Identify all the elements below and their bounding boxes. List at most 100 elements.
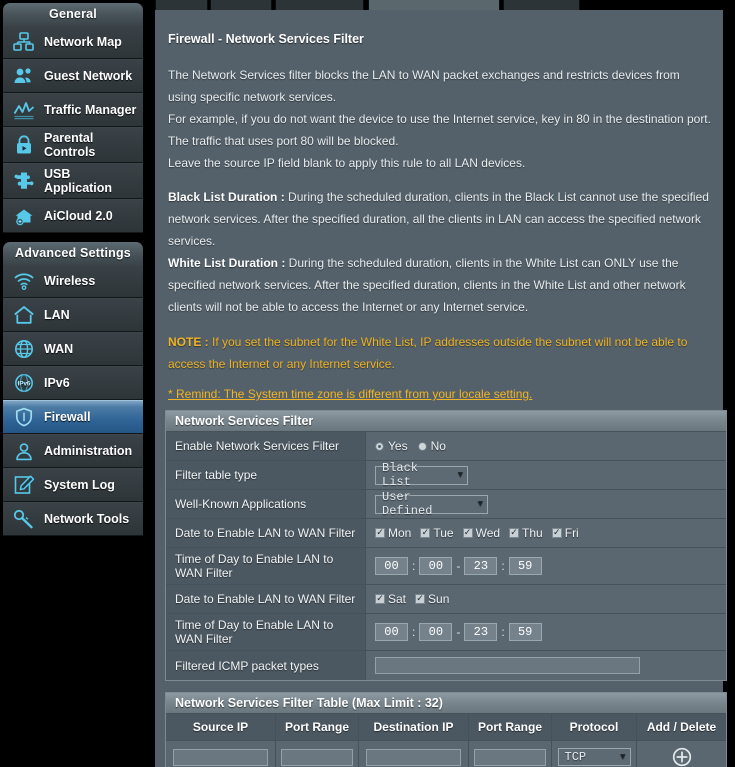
- checkbox-wed[interactable]: ✓ Wed: [462, 526, 500, 540]
- sidebar-item-aicloud[interactable]: AiCloud 2.0: [3, 199, 143, 233]
- desc-paragraph-2: For example, if you do not want the devi…: [168, 112, 711, 148]
- top-tab-strip: [155, 0, 735, 10]
- well-known-applications-label: Well-Known Applications: [166, 490, 366, 518]
- protocol-value: TCP: [564, 750, 587, 764]
- checkbox-fri-box[interactable]: ✓: [551, 528, 562, 538]
- time-weekend-end-minute[interactable]: 59: [508, 623, 542, 641]
- sidebar-item-parental-controls[interactable]: Parental Controls: [3, 127, 143, 163]
- sidebar-item-system-log[interactable]: System Log: [3, 468, 143, 502]
- time-weekend-colon-2: :: [501, 625, 505, 639]
- row-date-weekday: Date to Enable LAN to WAN Filter ✓ Mon ✓ T…: [166, 519, 726, 548]
- checkbox-fri-label: Fri: [564, 526, 579, 540]
- main-content: Firewall - Network Services Filter The N…: [155, 10, 727, 767]
- page-title: Firewall - Network Services Filter: [168, 32, 364, 46]
- checkbox-tue[interactable]: ✓ Tue: [420, 526, 454, 540]
- sidebar-group-title-advanced: Advanced Settings: [3, 242, 143, 264]
- input-port-range-dst[interactable]: [473, 748, 547, 766]
- sidebar-item-guest-network[interactable]: Guest Network: [3, 59, 143, 93]
- tab-1[interactable]: [155, 0, 208, 10]
- time-weekend-dash: -: [456, 625, 461, 639]
- tab-5[interactable]: [503, 0, 580, 10]
- radio-no-indicator[interactable]: [417, 441, 427, 451]
- checkbox-sun[interactable]: ✓ Sun: [415, 592, 449, 606]
- time-weekend-inputs: 00 : 00 - 23 : 59: [375, 623, 542, 641]
- note-paragraph: NOTE : If you set the subnet for the Whi…: [168, 331, 711, 375]
- sidebar-item-wireless[interactable]: Wireless: [3, 264, 143, 298]
- row-date-weekend: Date to Enable LAN to WAN Filter ✓ Sat ✓ S…: [166, 585, 726, 614]
- network-services-filter-panel: Network Services Filter Enable Network S…: [165, 410, 727, 681]
- tab-4-active[interactable]: [368, 0, 500, 10]
- date-weekend-label: Date to Enable LAN to WAN Filter: [166, 585, 366, 613]
- sidebar-item-label: Traffic Manager: [44, 103, 137, 117]
- network-tools-icon: [10, 506, 38, 532]
- sidebar-item-traffic-manager[interactable]: Traffic Manager: [3, 93, 143, 127]
- filtered-icmp-input[interactable]: [375, 657, 640, 674]
- checkbox-tue-label: Tue: [433, 526, 454, 540]
- checkbox-sat-label: Sat: [388, 592, 407, 606]
- filter-table-type-select[interactable]: Black List ▼: [375, 461, 468, 489]
- checkbox-mon-box[interactable]: ✓: [375, 528, 385, 538]
- weekday-checkbox-group: ✓ Mon ✓ Tue ✓ Wed ✓ Thu ✓ Fri: [375, 526, 585, 540]
- time-weekend-end-hour[interactable]: 23: [464, 623, 498, 641]
- checkbox-thu-label: Thu: [522, 526, 543, 540]
- black-list-duration-label: Black List Duration :: [168, 190, 285, 204]
- checkbox-tue-box[interactable]: ✓: [420, 528, 431, 538]
- well-known-applications-select[interactable]: User Defined ▼: [375, 490, 488, 518]
- checkbox-wed-box[interactable]: ✓: [462, 528, 473, 538]
- tab-3[interactable]: [275, 0, 364, 10]
- sidebar-item-label: AiCloud 2.0: [44, 209, 113, 223]
- input-port-range-src[interactable]: [280, 748, 354, 766]
- input-source-ip[interactable]: [172, 748, 269, 766]
- checkbox-sat-box[interactable]: ✓: [375, 594, 385, 604]
- traffic-manager-icon: [10, 97, 38, 123]
- protocol-select[interactable]: TCP ▼: [557, 748, 631, 766]
- sidebar-item-administration[interactable]: Administration: [3, 434, 143, 468]
- chevron-down-icon: ▼: [620, 752, 626, 762]
- sidebar-item-wan[interactable]: WAN: [3, 332, 143, 366]
- radio-yes-indicator[interactable]: [375, 441, 384, 451]
- time-weekend-label: Time of Day to Enable LAN to WAN Filter: [166, 614, 366, 650]
- sidebar-item-firewall[interactable]: Firewall: [3, 400, 143, 434]
- time-weekday-start-minute[interactable]: 00: [419, 557, 453, 575]
- checkbox-sat[interactable]: ✓ Sat: [375, 592, 406, 606]
- input-destination-ip[interactable]: [365, 748, 462, 766]
- sidebar-item-network-tools[interactable]: Network Tools: [3, 502, 143, 536]
- sidebar-item-label: System Log: [44, 478, 115, 492]
- time-weekend-start-hour[interactable]: 00: [375, 623, 408, 641]
- time-weekday-end-minute[interactable]: 59: [508, 557, 542, 575]
- usb-application-icon: [10, 168, 38, 194]
- time-weekday-colon-1: :: [412, 559, 416, 573]
- sidebar-item-network-map[interactable]: Network Map: [3, 25, 143, 59]
- column-header-add-delete: Add / Delete: [637, 714, 726, 740]
- checkbox-mon[interactable]: ✓ Mon: [375, 526, 411, 540]
- administration-icon: [10, 438, 38, 464]
- remind-link[interactable]: * Remind: The System time zone is differ…: [168, 387, 532, 401]
- tab-2[interactable]: [210, 0, 272, 10]
- time-weekend-start-minute[interactable]: 00: [419, 623, 453, 641]
- description-block: The Network Services filter blocks the L…: [165, 64, 713, 410]
- date-weekday-label: Date to Enable LAN to WAN Filter: [166, 519, 366, 547]
- radio-option-yes[interactable]: Yes: [375, 439, 408, 453]
- sidebar-item-lan[interactable]: LAN: [3, 298, 143, 332]
- filter-table-type-label: Filter table type: [166, 461, 366, 489]
- sidebar-item-ipv6[interactable]: IPv6 IPv6: [3, 366, 143, 400]
- weekend-checkbox-group: ✓ Sat ✓ Sun: [375, 592, 455, 606]
- radio-option-no[interactable]: No: [417, 439, 446, 453]
- checkbox-sun-box[interactable]: ✓: [415, 594, 426, 604]
- row-enable-filter: Enable Network Services Filter Yes No: [166, 432, 726, 461]
- time-weekday-start-hour[interactable]: 00: [375, 557, 408, 575]
- sidebar-item-label: Wireless: [44, 274, 96, 288]
- checkbox-fri[interactable]: ✓ Fri: [551, 526, 579, 540]
- plus-circle-icon[interactable]: [672, 747, 692, 767]
- checkbox-thu-box[interactable]: ✓: [509, 528, 520, 538]
- column-header-source-ip: Source IP: [166, 714, 276, 740]
- note-label: NOTE :: [168, 335, 209, 349]
- checkbox-thu[interactable]: ✓ Thu: [509, 526, 543, 540]
- checkbox-sun-label: Sun: [428, 592, 450, 606]
- time-weekday-end-hour[interactable]: 23: [464, 557, 498, 575]
- network-services-filter-table-panel: Network Services Filter Table (Max Limit…: [165, 692, 727, 767]
- time-weekday-dash: -: [456, 559, 461, 573]
- parental-controls-icon: [10, 132, 38, 158]
- row-time-weekend: Time of Day to Enable LAN to WAN Filter …: [166, 614, 726, 651]
- sidebar-item-usb-application[interactable]: USB Application: [3, 163, 143, 199]
